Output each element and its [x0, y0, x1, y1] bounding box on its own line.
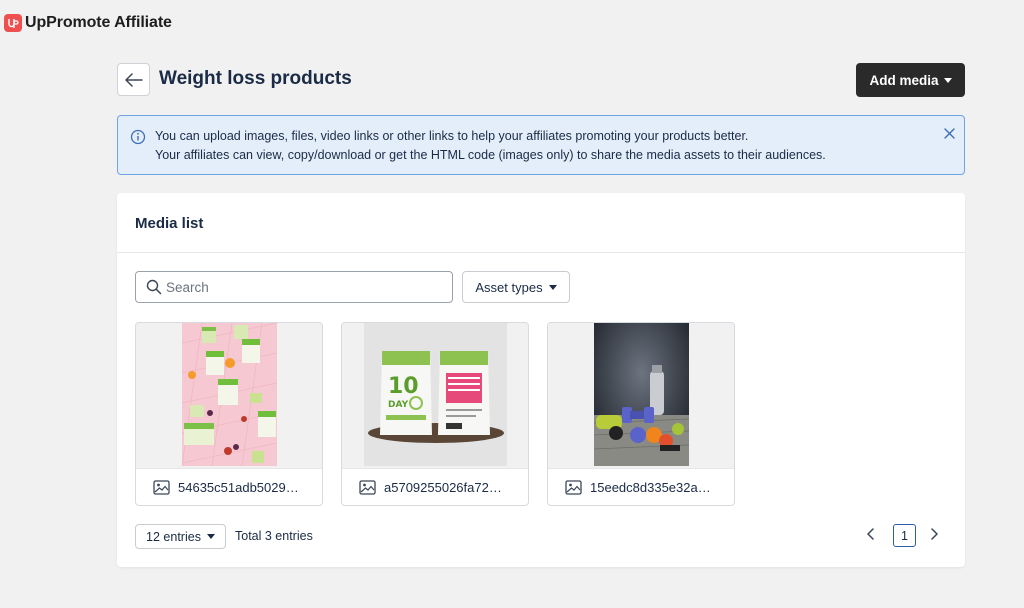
- media-thumbnail-area: [136, 323, 322, 468]
- media-item[interactable]: 15eedc8d335e32a…: [547, 322, 735, 506]
- svg-text:10: 10: [388, 374, 419, 399]
- media-thumbnail-area: 10 DAY: [342, 323, 528, 468]
- arrow-left-icon: [124, 72, 143, 87]
- media-item-footer: 54635c51adb5029…: [136, 468, 322, 505]
- entries-per-page-label: 12 entries: [146, 529, 201, 544]
- media-thumbnail-area: [548, 323, 734, 468]
- media-item-footer: 15eedc8d335e32a…: [548, 468, 734, 505]
- media-item[interactable]: 54635c51adb5029…: [135, 322, 323, 506]
- close-icon[interactable]: [944, 128, 955, 139]
- asset-types-label: Asset types: [475, 279, 543, 295]
- media-thumbnail-image: [594, 323, 689, 466]
- chevron-right-icon[interactable]: [929, 528, 939, 540]
- card-header: Media list: [117, 193, 965, 253]
- search-input[interactable]: [166, 273, 446, 301]
- app-logo-icon: [4, 14, 22, 32]
- media-item[interactable]: 10 DAY a5709255026fa72…: [341, 322, 529, 506]
- chevron-left-icon[interactable]: [866, 528, 876, 540]
- app-title: UpPromote Affiliate: [25, 14, 172, 31]
- image-icon: [153, 480, 170, 495]
- media-thumbnail-image: 10 DAY: [364, 323, 507, 466]
- total-entries: Total 3 entries: [235, 529, 313, 543]
- banner-text-line-2: Your affiliates can view, copy/download …: [155, 148, 826, 162]
- asset-types-dropdown[interactable]: Asset types: [462, 271, 570, 303]
- page-title: Weight loss products: [159, 68, 352, 89]
- image-icon: [359, 480, 376, 495]
- caret-down-icon: [548, 284, 557, 290]
- add-media-button[interactable]: Add media: [856, 63, 965, 97]
- app-header: UpPromote Affiliate: [0, 0, 1024, 46]
- info-banner: You can upload images, files, video link…: [117, 115, 965, 175]
- back-button[interactable]: [117, 63, 150, 96]
- caret-down-icon: [943, 77, 952, 83]
- card-title: Media list: [135, 215, 204, 232]
- media-item-name: 54635c51adb5029…: [178, 480, 299, 495]
- image-icon: [565, 480, 582, 495]
- media-item-name: 15eedc8d335e32a…: [590, 480, 711, 495]
- media-list-card: Media list Asset types: [117, 193, 965, 567]
- entries-per-page-select[interactable]: 12 entries: [135, 524, 226, 549]
- info-icon: [130, 129, 146, 145]
- svg-text:DAY: DAY: [388, 400, 409, 410]
- add-media-label: Add media: [869, 72, 939, 88]
- search-box[interactable]: [135, 271, 453, 303]
- search-icon: [146, 279, 162, 295]
- media-item-name: a5709255026fa72…: [384, 480, 502, 495]
- media-item-footer: a5709255026fa72…: [342, 468, 528, 505]
- media-thumbnail-image: [182, 323, 277, 466]
- banner-text-line-1: You can upload images, files, video link…: [155, 129, 749, 143]
- caret-down-icon: [206, 534, 215, 539]
- page-number-button[interactable]: 1: [893, 524, 916, 547]
